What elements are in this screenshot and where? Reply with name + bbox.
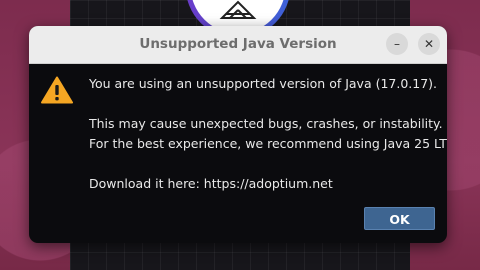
minimize-icon: –	[394, 37, 400, 51]
unsupported-java-dialog: Unsupported Java Version – ✕ You are usi…	[29, 26, 447, 243]
dialog-titlebar[interactable]: Unsupported Java Version – ✕	[29, 26, 447, 64]
message-version: You are using an unsupported version of …	[89, 76, 438, 91]
warning-icon	[41, 76, 73, 104]
close-icon: ✕	[423, 37, 435, 51]
dialog-title: Unsupported Java Version	[139, 36, 337, 52]
close-button[interactable]: ✕	[418, 33, 440, 55]
message-download-link: Download it here: https://adoptium.net	[89, 176, 333, 191]
ok-button[interactable]: OK	[364, 207, 435, 230]
message-recommendation: For the best experience, we recommend us…	[89, 136, 447, 151]
message-warning: This may cause unexpected bugs, crashes,…	[89, 116, 443, 131]
minimize-button[interactable]: –	[386, 33, 408, 55]
